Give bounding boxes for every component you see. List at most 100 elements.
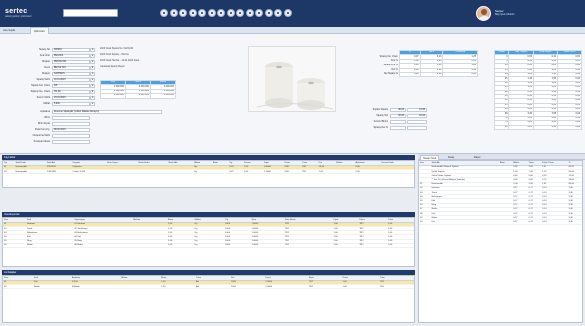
table-cell[interactable]: B Bobin bbox=[70, 284, 121, 290]
table-cell[interactable]: 0,14 bbox=[541, 219, 568, 225]
exit-icon[interactable] bbox=[283, 9, 292, 17]
table-cell[interactable]: C30/1KR bbox=[45, 169, 72, 175]
table-cell[interactable]: 1,0000 bbox=[264, 284, 308, 290]
table-cell[interactable]: Kg bbox=[193, 243, 225, 249]
app-logo[interactable]: sertec tekstil yazılım çözümleri bbox=[5, 8, 31, 18]
table-cell[interactable]: 1,00 bbox=[341, 284, 379, 290]
table-cell[interactable]: Hammadde bbox=[14, 169, 46, 175]
table-cell[interactable]: Kg bbox=[193, 169, 212, 175]
help-icon[interactable] bbox=[245, 9, 254, 17]
table-row[interactable]: 06 Bobin 06 Bobin 1,00 Kg 1000 1,0000 TRY 1,00 TR… bbox=[3, 243, 414, 249]
table-cell[interactable]: TRY bbox=[358, 243, 387, 249]
subgrid-row[interactable]: 2.000.000 1.000.000 2.000.000 bbox=[100, 93, 176, 99]
field-input[interactable] bbox=[52, 122, 90, 126]
table-cell[interactable]: TRY bbox=[301, 169, 318, 175]
table-cell[interactable]: 1000 bbox=[230, 284, 265, 290]
field-input[interactable]: PENYE 001 bbox=[52, 60, 90, 64]
field-dropdown[interactable]: ▾ bbox=[90, 90, 95, 94]
table-row[interactable]: 02 Hammadde C30/1KR Cotton %100 Kg 0,87 1,00 1,… bbox=[3, 169, 414, 175]
field-input[interactable] bbox=[52, 116, 90, 120]
table-cell[interactable]: 02 bbox=[3, 284, 34, 290]
table-cell[interactable]: 1,00 bbox=[160, 284, 196, 290]
field-input[interactable]: KARTEKS bbox=[52, 72, 90, 76]
table-cell[interactable]: 1,0000 bbox=[250, 243, 284, 249]
field-input[interactable]: Deneme Siparişidir (Lütfen Dikkate Almay… bbox=[52, 110, 162, 114]
field-input[interactable]: 23.01.2023 bbox=[52, 96, 90, 100]
summary-value[interactable] bbox=[407, 120, 427, 124]
table-cell[interactable]: 3,30 bbox=[567, 219, 582, 225]
user-profile[interactable]: Sertec Bilgi İşlem Müdürü bbox=[476, 6, 576, 22]
table-cell[interactable]: 1,00 bbox=[386, 243, 414, 249]
table-cell[interactable]: 02 bbox=[3, 169, 15, 175]
table-cell[interactable]: 06 Bobin bbox=[73, 243, 133, 249]
field-input[interactable]: 000001 bbox=[52, 48, 90, 52]
table-cell[interactable] bbox=[120, 284, 161, 290]
summary-value[interactable]: 10,00 bbox=[407, 114, 427, 118]
search-input[interactable] bbox=[63, 9, 118, 17]
table-row[interactable]: 10 Kar 0,17 0,17 0,14 3,30 bbox=[419, 219, 582, 225]
range-cell[interactable]: 4,30 bbox=[532, 124, 559, 131]
table-cell[interactable]: 0,87 bbox=[228, 169, 243, 175]
summary-value[interactable] bbox=[407, 126, 427, 130]
table-cell[interactable] bbox=[380, 169, 414, 175]
field-dropdown[interactable]: ▾ bbox=[90, 84, 95, 88]
field-input[interactable]: BEYAZ 001 bbox=[52, 66, 90, 70]
table-cell[interactable]: Bobin bbox=[33, 284, 71, 290]
table-cell[interactable]: 0,17 bbox=[512, 219, 528, 225]
avatar[interactable] bbox=[476, 6, 491, 21]
subgrid-cell[interactable]: 2.000.000 bbox=[150, 93, 176, 99]
chart-icon[interactable] bbox=[274, 9, 282, 17]
table-cell[interactable]: 7,00 bbox=[317, 169, 336, 175]
table-cell[interactable]: 1,00 bbox=[242, 169, 264, 175]
table-cell[interactable]: Cotton %100 bbox=[71, 169, 106, 175]
table-cell[interactable]: TRY bbox=[283, 243, 333, 249]
range-cell[interactable]: 0,00 bbox=[557, 124, 582, 131]
summary-value[interactable]: 12,00 bbox=[407, 108, 427, 112]
menu-item-home[interactable]: Ana Sayfa bbox=[3, 29, 15, 32]
field-input[interactable]: %1,00 bbox=[52, 90, 90, 94]
table-cell[interactable]: 0,17 bbox=[527, 219, 542, 225]
field-dropdown[interactable]: ▾ bbox=[90, 54, 95, 58]
delete-icon[interactable] bbox=[188, 9, 197, 17]
table-cell[interactable]: USD bbox=[283, 169, 302, 175]
subgrid-cell[interactable]: 2.000.000 bbox=[100, 93, 126, 99]
table-cell[interactable]: 1,0000 bbox=[263, 169, 284, 175]
field-input[interactable]: 10.01.2023 bbox=[52, 78, 90, 82]
settings-icon[interactable] bbox=[236, 9, 244, 17]
table-row[interactable]: 02 Bobin B Bobin 1,00 Ad 1000 1,0000 TRY 1,00 TRY bbox=[3, 284, 414, 290]
tab-detay[interactable]: Detay bbox=[446, 155, 456, 159]
table-cell[interactable]: 06 bbox=[3, 243, 27, 249]
summary-value[interactable] bbox=[390, 126, 406, 130]
filter-icon[interactable] bbox=[226, 9, 235, 17]
table-cell[interactable]: 1000 bbox=[224, 243, 251, 249]
table-cell[interactable]: 1,00 bbox=[166, 243, 194, 249]
calc-cell[interactable]: 0,00 bbox=[419, 71, 444, 78]
table-cell[interactable]: Ad bbox=[195, 284, 231, 290]
table-cell[interactable] bbox=[211, 169, 229, 175]
subgrid-cell[interactable]: 1.000.000 bbox=[125, 93, 151, 99]
refresh-icon[interactable] bbox=[198, 9, 206, 17]
summary-value[interactable]: 20,00 bbox=[390, 114, 406, 118]
file-icon[interactable] bbox=[160, 9, 168, 17]
summary-value[interactable]: 30,00 bbox=[390, 108, 406, 112]
table-cell[interactable] bbox=[132, 243, 167, 249]
tab-rapor[interactable]: Rapor bbox=[472, 155, 483, 159]
field-input[interactable]: %5 bbox=[52, 84, 90, 88]
field-dropdown[interactable]: ▾ bbox=[90, 60, 95, 64]
calendar-icon[interactable] bbox=[264, 9, 273, 17]
field-dropdown[interactable]: ▾ bbox=[90, 96, 95, 100]
table-cell[interactable]: Bobin bbox=[26, 243, 74, 249]
table-cell[interactable]: 10 bbox=[419, 219, 431, 225]
table-cell[interactable]: 1,00 bbox=[332, 243, 359, 249]
table-cell[interactable] bbox=[498, 219, 513, 225]
field-dropdown[interactable]: ▾ bbox=[90, 72, 95, 76]
calc-cell[interactable]: 0,00 bbox=[442, 71, 478, 78]
calc-cell[interactable]: 0,00 bbox=[398, 71, 421, 78]
field-dropdown[interactable]: ▾ bbox=[90, 48, 95, 52]
table-cell[interactable]: Kar bbox=[430, 219, 499, 225]
table-cell[interactable]: TRY bbox=[378, 284, 414, 290]
edit-icon[interactable] bbox=[169, 9, 178, 17]
tab-yarn-card[interactable]: İplik Kartı bbox=[30, 27, 49, 34]
field-input[interactable] bbox=[52, 140, 90, 144]
field-input[interactable] bbox=[52, 134, 90, 138]
